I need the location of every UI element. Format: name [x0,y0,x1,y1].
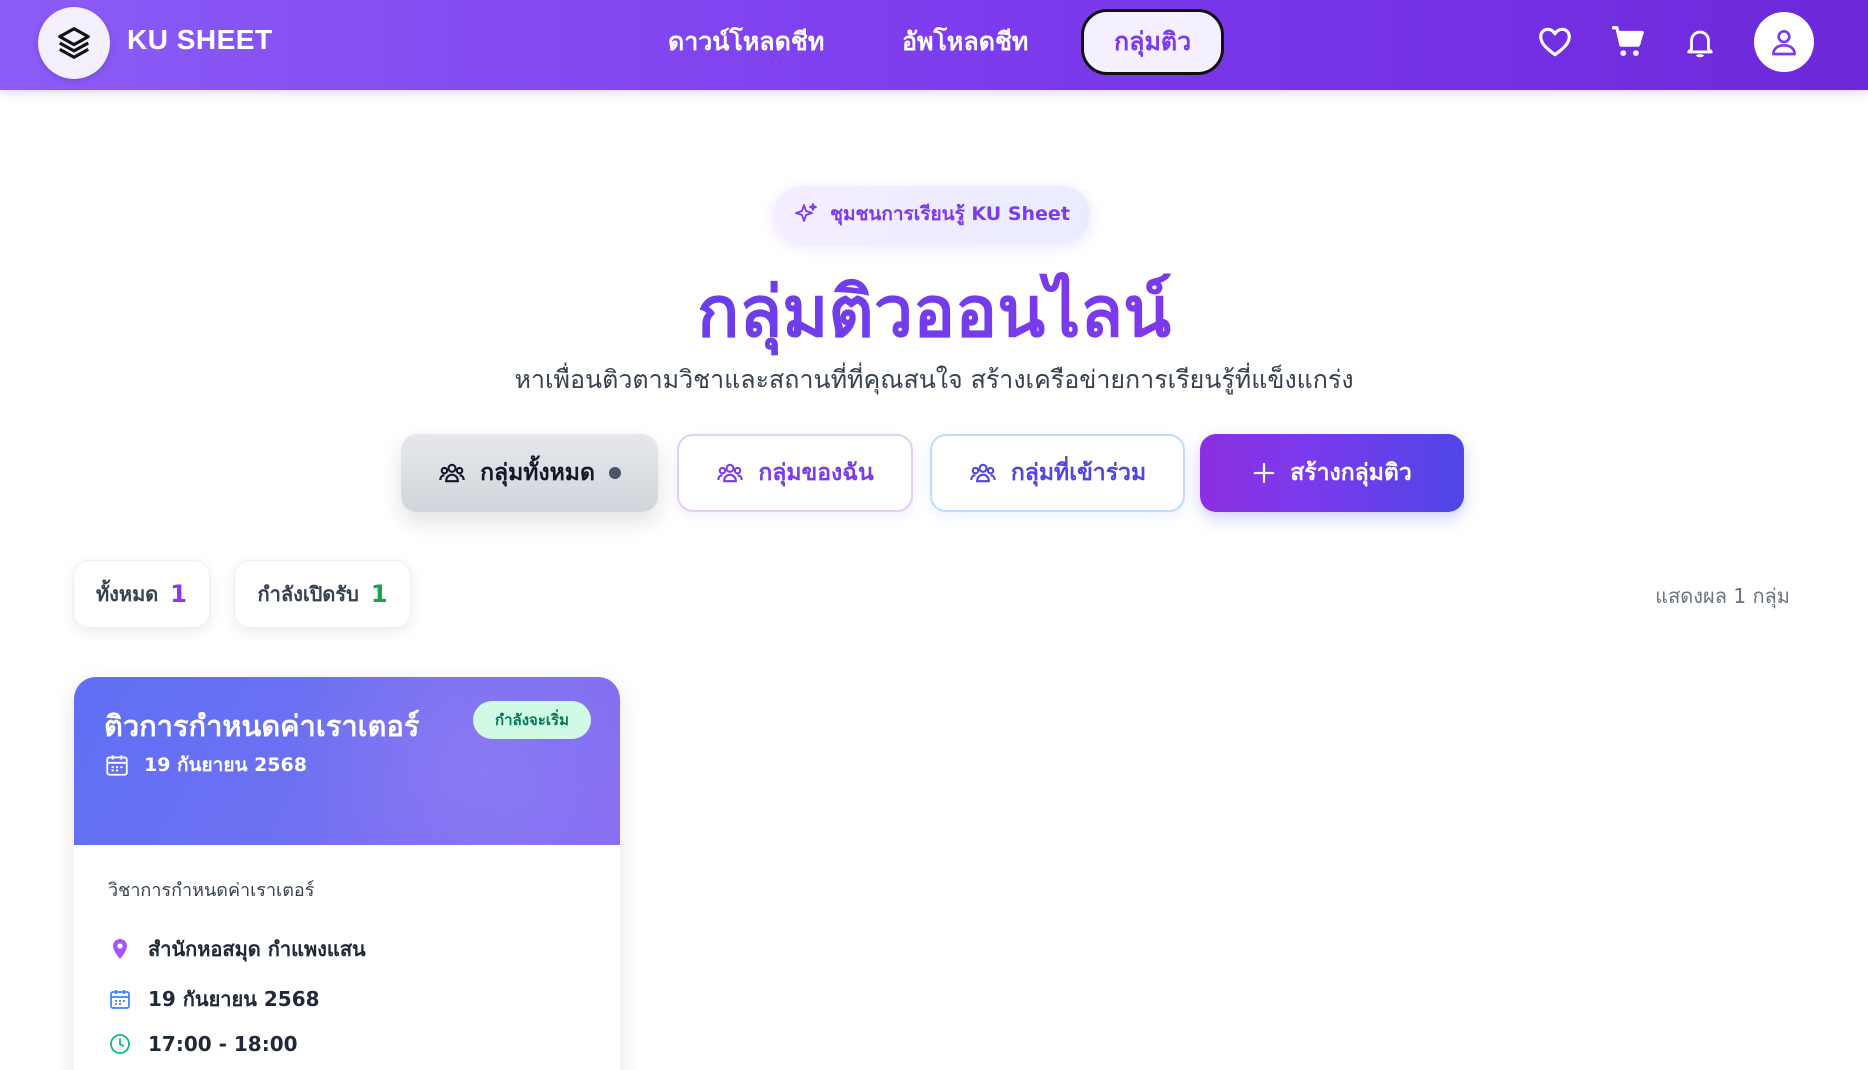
sparkle-icon [795,203,817,222]
group-card[interactable]: ติวการกำหนดค่าเราเตอร์ กำลังจะเริ่ม 19 ก… [74,677,620,1070]
tab-my-groups-label: กลุ่มของฉัน [758,460,874,486]
stat-total: ทั้งหมด 1 [73,560,210,628]
group-card-location: สำนักหอสมุด กำแพงแสน [108,933,366,965]
calendar-icon [110,990,130,1009]
tab-joined-groups[interactable]: กลุ่มที่เข้าร่วม [930,434,1185,512]
stat-open-label: กำลังเปิดรับ [257,582,359,606]
nav-upload-sheet[interactable]: อัพโหลดชีท [872,18,1058,66]
cart-icon[interactable] [1608,22,1648,62]
stat-total-label: ทั้งหมด [95,582,159,606]
group-card-subject: วิชาการกำหนดค่าเราเตอร์ [108,880,315,901]
user-avatar[interactable] [1754,12,1814,72]
group-card-date-text: 19 กันยายน 2568 [148,987,320,1011]
page-subtitle: หาเพื่อนติวตามวิชาและสถานที่ที่คุณสนใจ ส… [514,365,1354,394]
create-group-label: สร้างกลุ่มติว [1290,460,1412,486]
stack-icon [58,27,90,59]
calendar-icon [106,755,128,776]
stat-total-value: 1 [170,580,187,608]
heart-icon[interactable] [1535,22,1575,62]
group-card-date: 19 กันยายน 2568 [108,983,320,1015]
stat-open-value: 1 [370,580,388,608]
group-card-location-text: สำนักหอสมุด กำแพงแสน [148,937,366,961]
nav-study-groups[interactable]: กลุ่มติว [1081,9,1225,75]
community-pill-label: ชุมชนการเรียนรู้ KU Sheet [830,203,1070,225]
tab-my-groups[interactable]: กลุ่มของฉัน [677,434,913,512]
group-card-title: ติวการกำหนดค่าเราเตอร์ [104,709,420,743]
clock-icon [110,1034,130,1054]
tab-joined-groups-label: กลุ่มที่เข้าร่วม [1010,460,1147,486]
group-card-header-date: 19 กันยายน 2568 [104,750,307,780]
nav-download-sheet[interactable]: ดาวน์โหลดชีท [638,18,854,66]
create-group-button[interactable]: สร้างกลุ่มติว [1200,434,1464,512]
users-icon [717,463,744,483]
tab-all-groups[interactable]: กลุ่มทั้งหมด [401,434,658,512]
users-icon [970,463,996,483]
user-icon [1772,30,1796,56]
group-card-time-text: 17:00 - 18:00 [148,1032,298,1056]
status-badge: กำลังจะเริ่ม [473,701,591,739]
stat-open: กำลังเปิดรับ 1 [234,560,411,628]
plus-icon [1254,462,1275,484]
location-pin-icon [113,939,127,959]
active-indicator-dot [608,467,621,479]
page-title: กลุ่มติวออนไลน์ [0,256,1868,367]
community-pill: ชุมชนการเรียนรู้ KU Sheet [774,186,1090,242]
top-navbar: KU SHEET ดาวน์โหลดชีท อัพโหลดชีท กลุ่มติ… [0,0,1868,90]
tab-all-groups-label: กลุ่มทั้งหมด [480,460,595,486]
users-icon [439,463,465,483]
bell-icon[interactable] [1680,22,1720,62]
result-count: แสดงผล 1 กลุ่ม [1655,584,1790,608]
brand-name[interactable]: KU SHEET [127,24,273,56]
group-card-header-date-text: 19 กันยายน 2568 [144,754,307,776]
group-card-time: 17:00 - 18:00 [108,1032,298,1056]
logo[interactable] [38,7,110,79]
group-card-header: ติวการกำหนดค่าเราเตอร์ กำลังจะเริ่ม 19 ก… [74,677,620,845]
